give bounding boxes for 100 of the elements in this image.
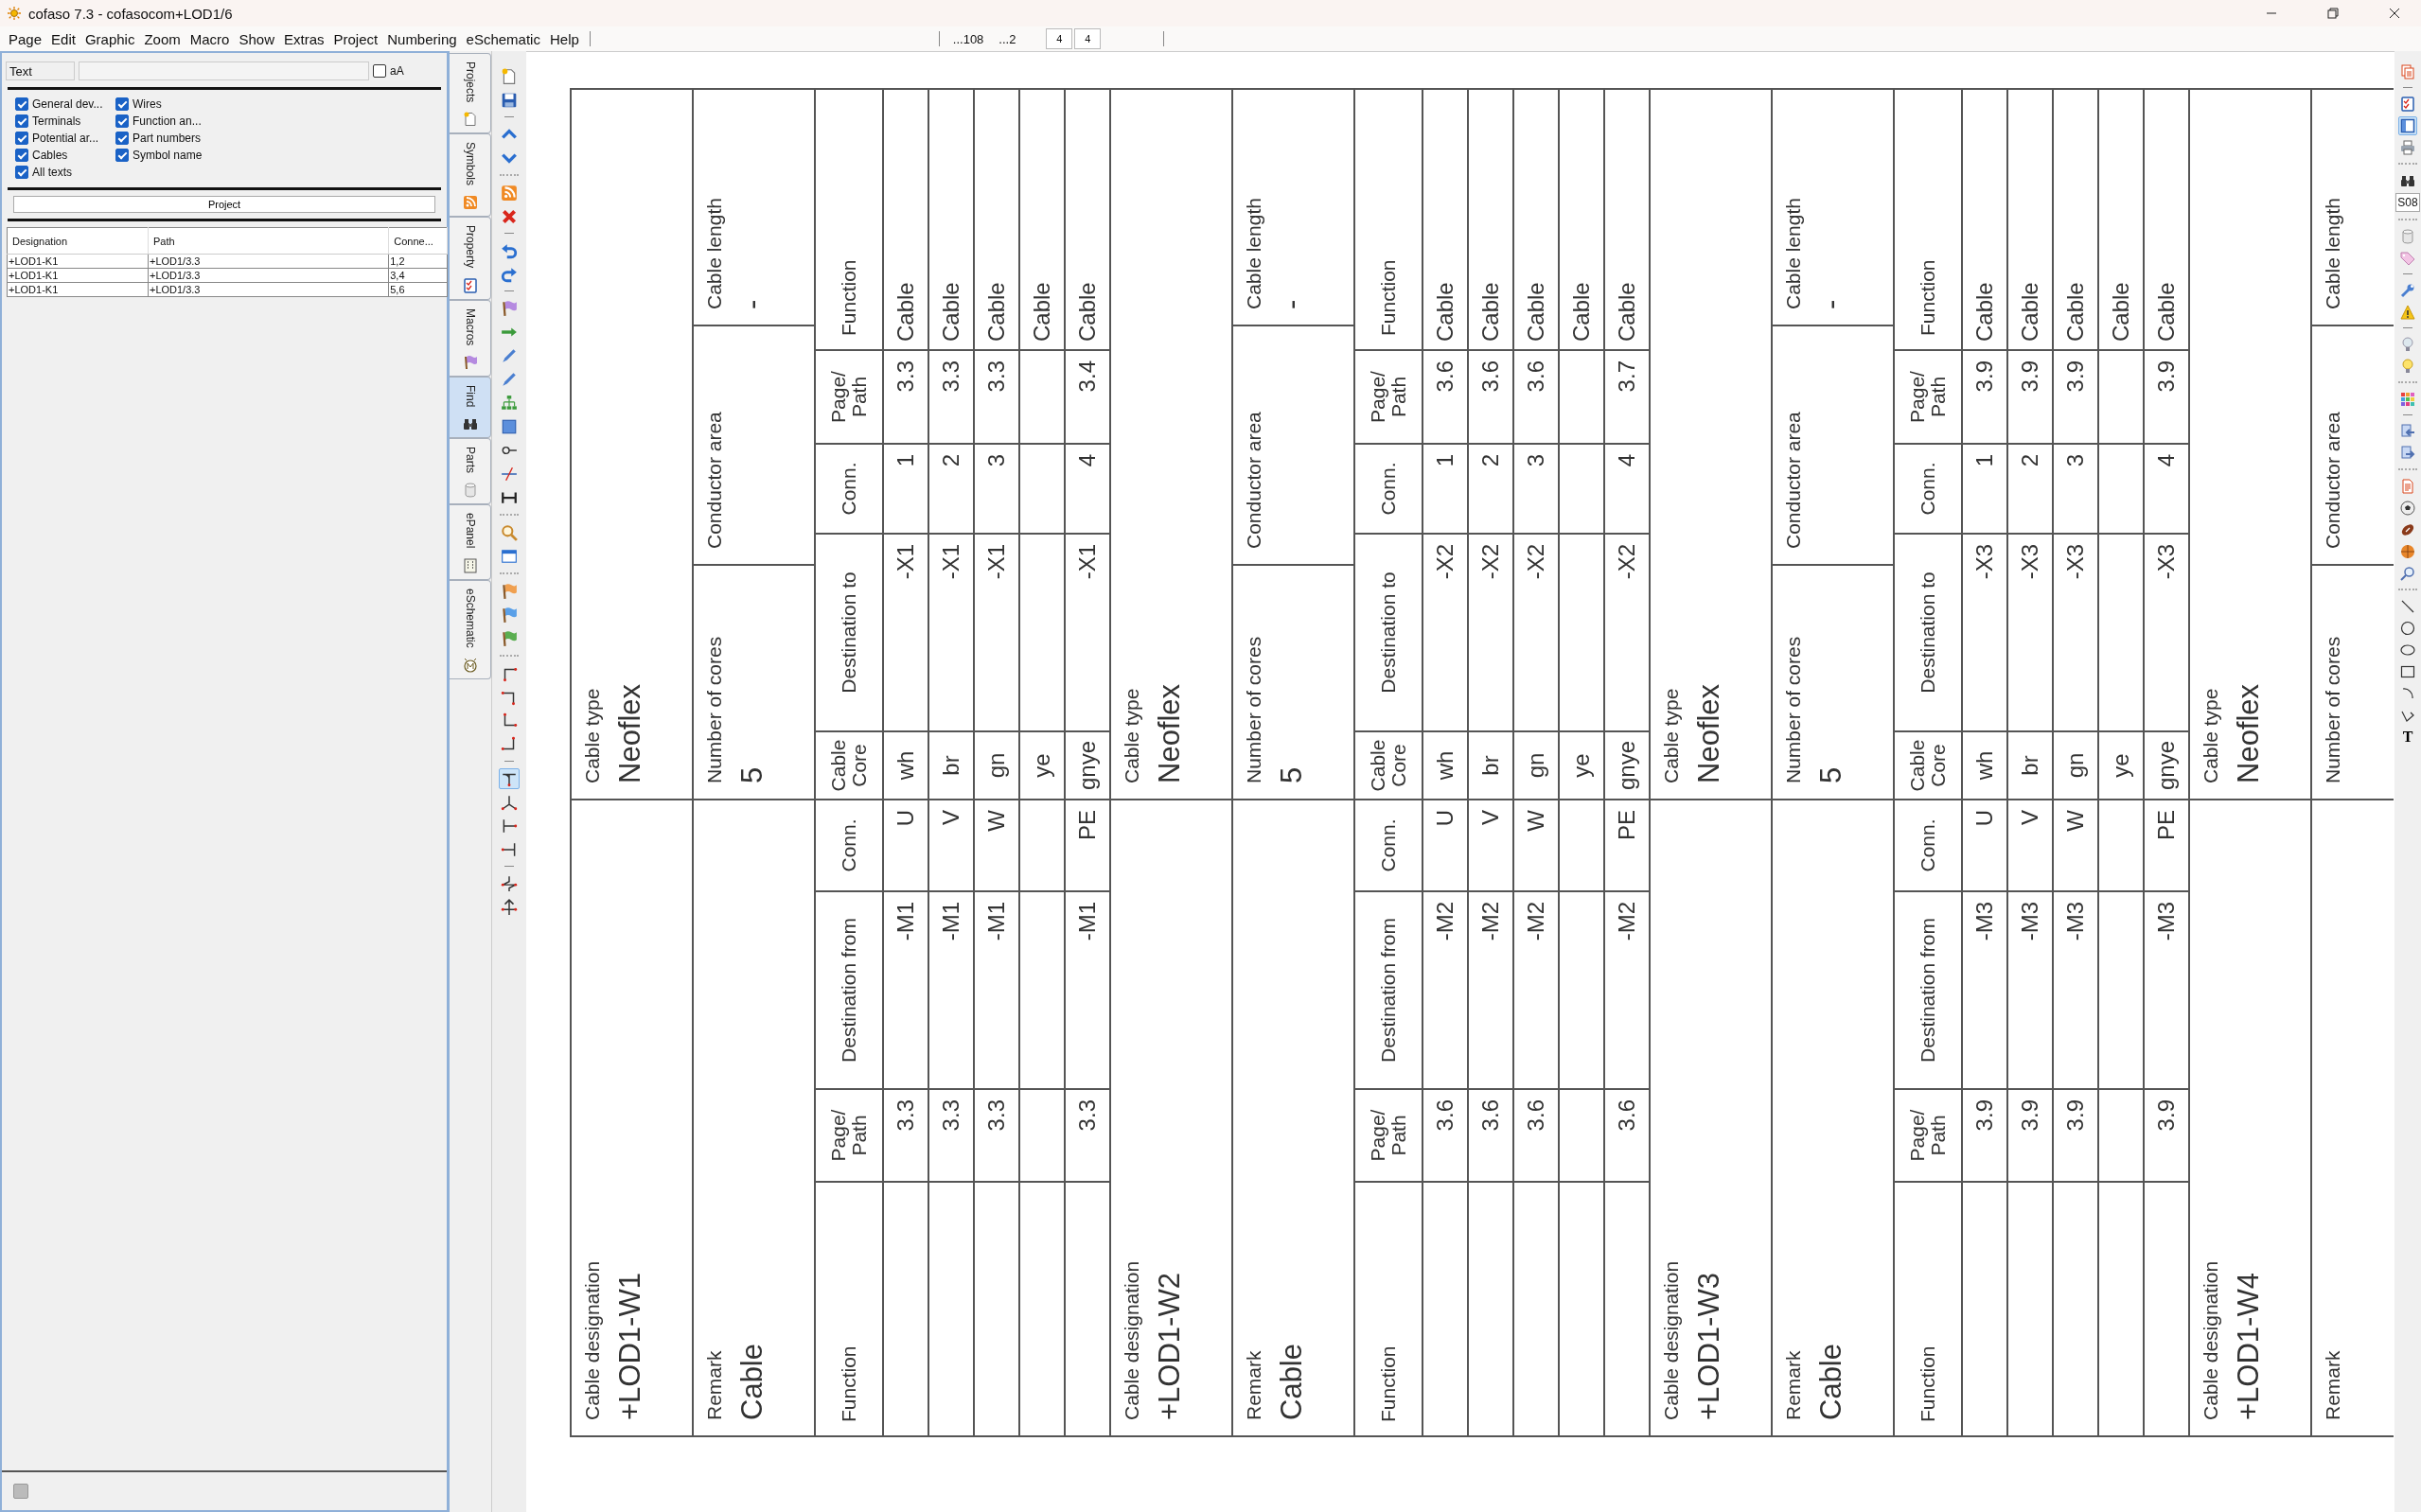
line-tool-icon[interactable] [2400, 598, 2415, 614]
checkbox[interactable] [115, 97, 129, 111]
side-tab[interactable]: eSchematic [450, 579, 491, 679]
value-box[interactable]: 4 [1074, 28, 1102, 49]
search-icon[interactable] [2400, 565, 2415, 581]
side-tab[interactable]: Symbols [450, 133, 491, 218]
table-cell[interactable]: +LOD1-K1 [7, 282, 149, 297]
table-cell[interactable]: +LOD1-K1 [7, 268, 149, 283]
checkbox[interactable] [373, 64, 386, 78]
color-grid-icon[interactable] [2400, 391, 2415, 407]
search-icon[interactable] [501, 523, 518, 541]
project-button[interactable]: Project [13, 196, 435, 213]
side-tab[interactable]: Property [450, 217, 491, 300]
table-cell-text: 3 [1523, 454, 1549, 467]
menu-item[interactable]: Graphic [80, 28, 140, 49]
soccer-ball-icon[interactable] [2400, 500, 2415, 516]
light-bulb-icon[interactable] [2400, 358, 2415, 374]
side-tab[interactable]: Parts [450, 438, 491, 505]
flag-icon[interactable] [501, 606, 518, 624]
side-tab[interactable]: Projects [450, 53, 491, 134]
menu-item[interactable]: Extras [279, 28, 329, 49]
basketball-icon[interactable] [2400, 543, 2415, 559]
junction-arrow-icon[interactable] [501, 898, 518, 916]
save-icon[interactable] [501, 91, 518, 109]
crossed-line-icon[interactable] [501, 465, 518, 483]
side-tab[interactable]: ePanel [450, 504, 491, 580]
menu-item[interactable]: Numbering [382, 28, 462, 49]
window-icon[interactable] [501, 547, 518, 565]
junction-icon[interactable] [501, 817, 518, 835]
football-icon[interactable] [2400, 521, 2415, 537]
wrench-icon[interactable] [2400, 282, 2415, 298]
menu-item[interactable]: Macro [185, 28, 235, 49]
corner-icon[interactable] [501, 735, 518, 753]
junction-icon[interactable] [501, 840, 518, 858]
column-header[interactable]: Designation [7, 227, 149, 255]
checkbox[interactable] [115, 114, 129, 128]
table-cell-text: wh [1971, 750, 1998, 781]
line-break-icon[interactable] [501, 874, 518, 892]
table-cell[interactable]: 3,4 [388, 268, 448, 283]
menu-item[interactable]: Help [544, 28, 584, 49]
circle-tool-icon[interactable] [2400, 620, 2415, 636]
checkbox[interactable] [15, 132, 28, 145]
x-mark-icon[interactable] [501, 207, 518, 225]
column-header[interactable]: Conne... [388, 227, 448, 255]
table-cell[interactable]: +LOD1/3.3 [148, 268, 389, 283]
ellipse-tool-icon[interactable] [2400, 642, 2415, 658]
side-tab[interactable]: Macros [450, 299, 491, 378]
checkbox[interactable] [15, 149, 28, 162]
search-field[interactable] [79, 62, 369, 80]
table-cell-text: -M2 [1523, 902, 1549, 941]
corner-icon[interactable] [501, 712, 518, 730]
checkbox[interactable] [15, 97, 28, 111]
new-page-icon[interactable] [501, 67, 518, 85]
table-cell[interactable]: +LOD1/3.3 [148, 282, 389, 297]
hierarchy-icon[interactable] [501, 394, 518, 412]
undo-icon[interactable] [501, 241, 518, 259]
menu-item[interactable]: Edit [46, 28, 80, 49]
document-icon[interactable] [2400, 478, 2415, 494]
checklist-icon[interactable] [2400, 96, 2415, 112]
export-icon[interactable] [2400, 445, 2415, 461]
selection-icon[interactable] [501, 417, 518, 435]
menu-item[interactable]: Page [4, 28, 47, 49]
table-cell-text: -X3 [2062, 544, 2089, 580]
menu-item[interactable]: Project [328, 28, 383, 49]
flag-icon[interactable] [501, 629, 518, 647]
arc-tool-icon[interactable] [2400, 685, 2415, 701]
tag-icon[interactable] [2400, 250, 2415, 266]
checkbox[interactable] [15, 166, 28, 179]
import-icon[interactable] [2400, 423, 2415, 439]
checkbox[interactable] [115, 149, 129, 162]
column-header[interactable]: Path [148, 227, 389, 255]
layout-icon[interactable] [2400, 117, 2415, 133]
redo-icon[interactable] [501, 265, 518, 283]
checkbox[interactable] [115, 132, 129, 145]
pen-icon[interactable] [501, 370, 518, 388]
flag-icon[interactable] [501, 299, 518, 317]
pen-icon[interactable] [501, 346, 518, 364]
table-cell-text: 4 [1614, 454, 1640, 467]
warning-icon[interactable] [2400, 304, 2415, 320]
value-box[interactable]: 4 [1046, 28, 1073, 49]
checkbox[interactable] [15, 114, 28, 128]
light-bulb-icon[interactable] [2400, 336, 2415, 352]
menu-item[interactable]: Show [234, 28, 279, 49]
documents-icon[interactable] [2400, 63, 2415, 79]
menu-item[interactable]: Zoom [139, 28, 186, 49]
printer-icon[interactable] [2400, 139, 2415, 155]
rectangle-tool-icon[interactable] [2400, 663, 2415, 679]
menu-item[interactable]: eSchematic [461, 28, 545, 49]
table-cell-text: Cable [2017, 282, 2043, 342]
text-tool-button[interactable]: T [2402, 729, 2413, 746]
table-cell[interactable]: +LOD1-K1 [7, 254, 149, 269]
side-tab[interactable]: Find [450, 377, 491, 439]
table-cell[interactable]: 5,6 [388, 282, 448, 297]
table-cell[interactable]: 1,2 [388, 254, 448, 269]
page-field[interactable]: S08 [2395, 193, 2420, 212]
table-cell-text: 3.6 [1523, 360, 1549, 393]
flag-icon[interactable] [501, 582, 518, 600]
table-cell[interactable]: +LOD1/3.3 [148, 254, 389, 269]
junction-icon[interactable] [501, 793, 518, 811]
column-header: Function [1355, 88, 1422, 349]
